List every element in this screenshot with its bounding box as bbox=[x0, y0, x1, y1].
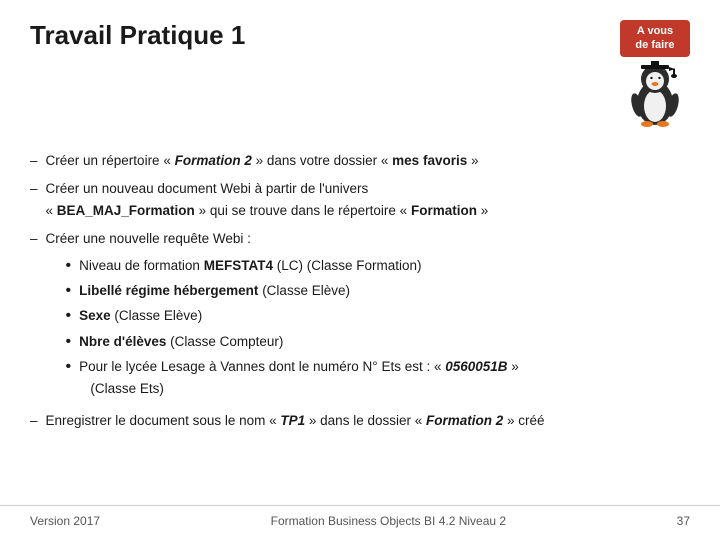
badge-container: A vous de faire bbox=[620, 20, 690, 130]
page-title: Travail Pratique 1 bbox=[30, 20, 245, 51]
formation2-label2: Formation 2 bbox=[426, 413, 503, 428]
item-text-1: Créer un répertoire « Formation 2 » dans… bbox=[46, 150, 690, 172]
bullet-dot-3: • bbox=[66, 305, 72, 327]
sexe-label: Sexe bbox=[79, 308, 111, 323]
dash-2: – bbox=[30, 178, 38, 223]
libelle-label: Libellé régime hébergement bbox=[79, 283, 258, 298]
formation-label: Formation bbox=[411, 203, 477, 218]
item-text-2: Créer un nouveau document Webi à partir … bbox=[46, 178, 690, 223]
dash-3: – bbox=[30, 228, 38, 403]
tp1-label: TP1 bbox=[280, 413, 305, 428]
list-item-4: – Enregistrer le document sous le nom « … bbox=[30, 410, 690, 432]
badge-line1: A vous bbox=[637, 25, 673, 37]
bullet-item-3: • Sexe (Classe Elève) bbox=[66, 305, 690, 327]
header-area: Travail Pratique 1 A vous de faire bbox=[30, 20, 690, 130]
bullet-item-2: • Libellé régime hébergement (Classe Elè… bbox=[66, 280, 690, 302]
footer-version: Version 2017 bbox=[30, 514, 100, 528]
bullet-item-1: • Niveau de formation MEFSTAT4 (LC) (Cla… bbox=[66, 255, 690, 277]
main-content: Travail Pratique 1 A vous de faire bbox=[0, 0, 720, 448]
bea-label: BEA_MAJ_Formation bbox=[57, 203, 195, 218]
bullet-list: • Niveau de formation MEFSTAT4 (LC) (Cla… bbox=[66, 255, 690, 401]
content-list: – Créer un répertoire « Formation 2 » da… bbox=[30, 150, 690, 432]
dash-1: – bbox=[30, 150, 38, 172]
bullet-dot-4: • bbox=[66, 331, 72, 353]
footer-title: Formation Business Objects BI 4.2 Niveau… bbox=[271, 514, 506, 528]
list-item-1: – Créer un répertoire « Formation 2 » da… bbox=[30, 150, 690, 172]
mes-favoris-label: mes favoris bbox=[392, 153, 467, 168]
bullet-dot-1: • bbox=[66, 255, 72, 277]
bullet-dot-2: • bbox=[66, 280, 72, 302]
list-item-2: – Créer un nouveau document Webi à parti… bbox=[30, 178, 690, 223]
bullet-text-1: Niveau de formation MEFSTAT4 (LC) (Class… bbox=[79, 255, 421, 277]
ets-number-label: 0560051B bbox=[445, 359, 507, 374]
bullet-text-4: Nbre d'élèves (Classe Compteur) bbox=[79, 331, 283, 353]
list-item-3: – Créer une nouvelle requête Webi : • Ni… bbox=[30, 228, 690, 403]
bullet-text-3: Sexe (Classe Elève) bbox=[79, 305, 202, 327]
penguin-icon bbox=[625, 55, 685, 130]
item-text-3: Créer une nouvelle requête Webi : • Nive… bbox=[46, 228, 690, 403]
bullet-dot-5: • bbox=[66, 356, 72, 378]
footer-page: 37 bbox=[677, 514, 690, 528]
footer: Version 2017 Formation Business Objects … bbox=[0, 505, 720, 528]
bullet-text-5: Pour le lycée Lesage à Vannes dont le nu… bbox=[79, 356, 519, 401]
bullet-item-4: • Nbre d'élèves (Classe Compteur) bbox=[66, 331, 690, 353]
badge-box: A vous de faire bbox=[620, 20, 690, 57]
bullet-item-5: • Pour le lycée Lesage à Vannes dont le … bbox=[66, 356, 690, 401]
mefstat-label: MEFSTAT4 bbox=[204, 258, 273, 273]
item-text-4: Enregistrer le document sous le nom « TP… bbox=[46, 410, 690, 432]
nbre-label: Nbre d'élèves bbox=[79, 334, 166, 349]
dash-4: – bbox=[30, 410, 38, 432]
formation2-label: Formation 2 bbox=[175, 153, 252, 168]
bullet-text-2: Libellé régime hébergement (Classe Elève… bbox=[79, 280, 350, 302]
badge-line2: de faire bbox=[635, 39, 674, 51]
